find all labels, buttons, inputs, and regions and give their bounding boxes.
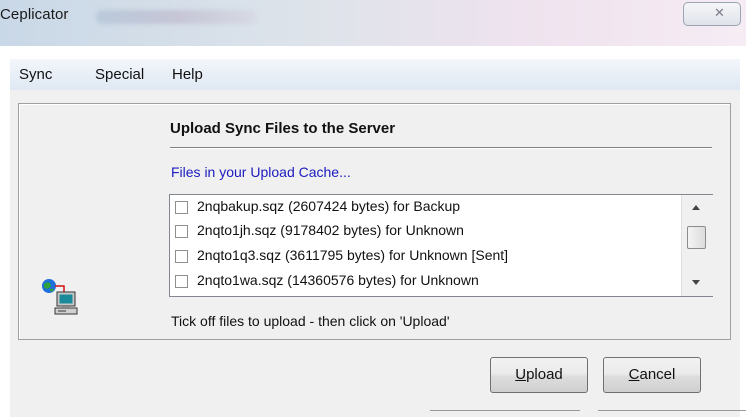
replicator-window: Ceplicator ✕ Sync Special Help Upload Sy… <box>0 0 746 417</box>
scroll-thumb[interactable] <box>687 226 706 249</box>
menu-help[interactable]: Help <box>172 66 203 83</box>
file-checkbox[interactable] <box>175 225 188 238</box>
upload-mnemonic: U <box>515 366 527 383</box>
list-item[interactable]: 2nqto1wa.sqz (14360576 bytes) for Unknow… <box>175 271 675 291</box>
file-listbox[interactable]: 2nqbakup.sqz (2607424 bytes) for Backup … <box>169 194 713 297</box>
bottom-edge <box>430 410 580 411</box>
file-checkbox[interactable] <box>175 201 188 214</box>
upload-cache-label: Files in your Upload Cache... <box>171 164 351 180</box>
cancel-button[interactable]: Cancel <box>603 357 701 393</box>
dialog-heading: Upload Sync Files to the Server <box>170 120 396 137</box>
window-title: Ceplicator <box>0 6 69 23</box>
title-blurred-text <box>96 10 256 24</box>
cancel-label-rest: ancel <box>639 366 676 383</box>
list-scrollbar[interactable] <box>681 195 713 296</box>
close-icon: ✕ <box>714 5 725 20</box>
file-checkbox[interactable] <box>175 275 188 288</box>
file-checkbox[interactable] <box>175 250 188 263</box>
menu-bar: Sync Special Help <box>10 59 740 91</box>
scroll-down-arrow-icon[interactable] <box>692 280 700 285</box>
file-label: 2nqto1jh.sqz (9178402 bytes) for Unknown <box>197 222 464 238</box>
upload-label-rest: pload <box>526 366 563 383</box>
list-item[interactable]: 2nqto1q3.sqz (3611795 bytes) for Unknown… <box>175 246 675 266</box>
close-button[interactable]: ✕ <box>683 2 741 26</box>
menu-sync[interactable]: Sync <box>19 66 52 83</box>
heading-divider <box>170 147 712 148</box>
scroll-up-arrow-icon[interactable] <box>692 205 700 210</box>
bottom-edge <box>598 410 746 411</box>
network-computer-icon <box>42 279 78 315</box>
list-item[interactable]: 2nqbakup.sqz (2607424 bytes) for Backup <box>175 197 675 217</box>
list-item[interactable]: 2nqto1jh.sqz (9178402 bytes) for Unknown <box>175 221 675 241</box>
file-label: 2nqto1wa.sqz (14360576 bytes) for Unknow… <box>197 272 479 288</box>
upload-hint: Tick off files to upload - then click on… <box>171 313 450 329</box>
upload-button[interactable]: Upload <box>490 357 588 393</box>
cancel-mnemonic: C <box>628 366 640 383</box>
file-label: 2nqbakup.sqz (2607424 bytes) for Backup <box>197 198 461 214</box>
file-label: 2nqto1q3.sqz (3611795 bytes) for Unknown… <box>197 247 509 263</box>
title-bar: Ceplicator ✕ <box>0 0 746 46</box>
menu-special[interactable]: Special <box>95 66 144 83</box>
